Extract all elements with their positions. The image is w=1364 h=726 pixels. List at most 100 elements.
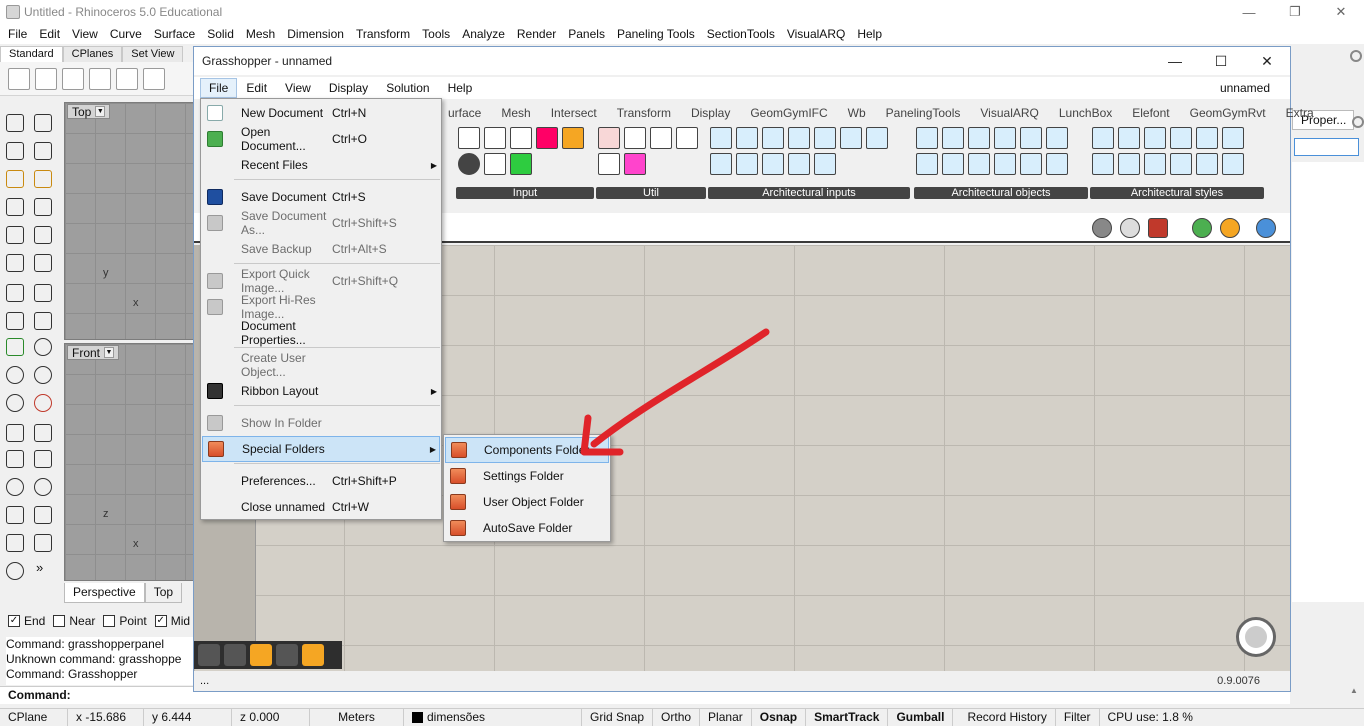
component-icon[interactable] bbox=[1118, 153, 1140, 175]
gh-tab-visualarq[interactable]: VisualARQ bbox=[970, 103, 1048, 123]
rhino-menu-curve[interactable]: Curve bbox=[104, 27, 148, 41]
osnap-end[interactable]: ✓ End bbox=[8, 614, 45, 628]
gh-menu-file[interactable]: File bbox=[200, 78, 238, 98]
gear-icon[interactable] bbox=[1352, 116, 1364, 128]
component-icon[interactable] bbox=[916, 153, 938, 175]
gh-tab-transform[interactable]: Transform bbox=[607, 103, 681, 123]
circle-icon[interactable] bbox=[32, 364, 54, 386]
rhino-minimize-button[interactable]: — bbox=[1226, 0, 1272, 24]
component-icon[interactable] bbox=[968, 127, 990, 149]
curve-icon[interactable] bbox=[4, 224, 26, 246]
menu-item-close-document[interactable]: Close unnamed Ctrl+W bbox=[202, 494, 440, 520]
rectangle-icon[interactable] bbox=[32, 504, 54, 526]
disable-icon[interactable] bbox=[276, 644, 298, 666]
component-icon[interactable] bbox=[1092, 127, 1114, 149]
status-units[interactable]: Meters bbox=[310, 709, 404, 726]
component-icon[interactable] bbox=[1046, 153, 1068, 175]
circle-icon[interactable] bbox=[4, 364, 26, 386]
polygon-icon[interactable] bbox=[32, 448, 54, 470]
status-gumball[interactable]: Gumball bbox=[888, 709, 954, 726]
component-icon[interactable] bbox=[942, 127, 964, 149]
rhino-menu-render[interactable]: Render bbox=[511, 27, 562, 41]
component-icon[interactable] bbox=[762, 127, 784, 149]
move-icon[interactable] bbox=[32, 140, 54, 162]
gh-tab-geomgymrvt[interactable]: GeomGymRvt bbox=[1180, 103, 1276, 123]
checkbox-checked[interactable]: ✓ bbox=[8, 615, 20, 627]
status-osnap[interactable]: Osnap bbox=[752, 709, 807, 726]
ellipse-icon[interactable] bbox=[4, 476, 26, 498]
tab-standard[interactable]: Standard bbox=[0, 46, 63, 62]
rhino-menu-analyze[interactable]: Analyze bbox=[456, 27, 511, 41]
gh-menu-view[interactable]: View bbox=[276, 78, 320, 98]
tool-icon[interactable] bbox=[143, 67, 165, 90]
scroll-up-icon[interactable]: ▲ bbox=[1350, 686, 1358, 695]
component-icon[interactable] bbox=[1170, 153, 1192, 175]
box-icon[interactable] bbox=[32, 224, 54, 246]
component-icon[interactable] bbox=[1092, 153, 1114, 175]
component-icon[interactable] bbox=[1020, 127, 1042, 149]
component-icon[interactable] bbox=[1222, 127, 1244, 149]
gh-tab-geomgymifc[interactable]: GeomGymIFC bbox=[740, 103, 837, 123]
plugin-icon[interactable] bbox=[302, 644, 324, 666]
rhino-menu-mesh[interactable]: Mesh bbox=[240, 27, 281, 41]
gh-tab-surface[interactable]: urface bbox=[438, 103, 491, 123]
status-filter[interactable]: Filter bbox=[1056, 709, 1100, 726]
join-icon[interactable] bbox=[32, 310, 54, 332]
rhino-menu-dimension[interactable]: Dimension bbox=[281, 27, 350, 41]
polygon-icon[interactable] bbox=[4, 448, 26, 470]
rhino-menu-paneling-tools[interactable]: Paneling Tools bbox=[611, 27, 701, 41]
component-icon[interactable] bbox=[994, 127, 1016, 149]
grid-icon[interactable] bbox=[8, 67, 30, 90]
split-icon[interactable] bbox=[4, 310, 26, 332]
menu-item-document-properties[interactable]: Document Properties... bbox=[202, 319, 440, 347]
status-layer[interactable]: dimensões bbox=[404, 709, 582, 726]
more-icon[interactable]: » bbox=[36, 560, 58, 582]
rhino-menu-tools[interactable]: Tools bbox=[416, 27, 456, 41]
component-icon[interactable] bbox=[510, 153, 532, 175]
component-icon[interactable] bbox=[1144, 127, 1166, 149]
open-file-icon[interactable] bbox=[62, 67, 84, 90]
component-icon[interactable] bbox=[650, 127, 672, 149]
bake-icon[interactable] bbox=[250, 644, 272, 666]
gh-minimize-button[interactable]: — bbox=[1152, 47, 1198, 75]
viewport-top-label[interactable]: Top ▼ bbox=[67, 104, 111, 119]
viewport-front-label[interactable]: Front ▼ bbox=[67, 345, 120, 360]
shaded-icon[interactable] bbox=[1148, 218, 1168, 238]
component-icon[interactable] bbox=[1196, 127, 1218, 149]
component-icon[interactable] bbox=[968, 153, 990, 175]
component-icon[interactable] bbox=[788, 153, 810, 175]
component-icon[interactable] bbox=[1046, 127, 1068, 149]
menu-item-show-in-folder[interactable]: Show In Folder bbox=[202, 410, 440, 436]
component-icon[interactable] bbox=[1118, 127, 1140, 149]
gh-tab-display[interactable]: Display bbox=[681, 103, 740, 123]
component-icon[interactable] bbox=[916, 127, 938, 149]
status-smarttrack[interactable]: SmartTrack bbox=[806, 709, 889, 726]
rhino-menu-panels[interactable]: Panels bbox=[562, 27, 611, 41]
menu-item-ribbon-layout[interactable]: Ribbon Layout ▶ bbox=[202, 378, 440, 404]
wireframe-icon[interactable] bbox=[1120, 218, 1140, 238]
menu-item-special-folders[interactable]: Special Folders ▶ bbox=[202, 436, 440, 462]
rhino-menu-edit[interactable]: Edit bbox=[33, 27, 66, 41]
edit-point-icon[interactable] bbox=[32, 168, 54, 190]
osnap-point[interactable]: Point bbox=[103, 614, 147, 628]
component-icon[interactable] bbox=[736, 153, 758, 175]
tool-icon[interactable] bbox=[116, 67, 138, 90]
status-grid-snap[interactable]: Grid Snap bbox=[582, 709, 654, 726]
arrow-icon[interactable] bbox=[598, 153, 620, 175]
select-arrow-icon[interactable] bbox=[4, 112, 26, 134]
menu-item-recent-files[interactable]: Recent Files ▶ bbox=[202, 152, 440, 178]
tab-top[interactable]: Top bbox=[144, 583, 183, 603]
component-icon[interactable] bbox=[710, 153, 732, 175]
menu-item-export-hires-image[interactable]: Export Hi-Res Image... bbox=[202, 293, 440, 321]
material-icon[interactable] bbox=[1220, 218, 1240, 238]
sketch-icon[interactable] bbox=[198, 644, 220, 666]
arc-icon[interactable] bbox=[32, 422, 54, 444]
component-icon[interactable] bbox=[814, 153, 836, 175]
gh-tab-intersect[interactable]: Intersect bbox=[541, 103, 607, 123]
rhino-menu-visualarq[interactable]: VisualARQ bbox=[781, 27, 851, 41]
component-icon[interactable] bbox=[1170, 127, 1192, 149]
component-icon[interactable] bbox=[994, 153, 1016, 175]
menu-item-create-user-object[interactable]: Create User Object... bbox=[202, 351, 440, 379]
component-icon[interactable] bbox=[866, 127, 888, 149]
status-planar[interactable]: Planar bbox=[700, 709, 752, 726]
